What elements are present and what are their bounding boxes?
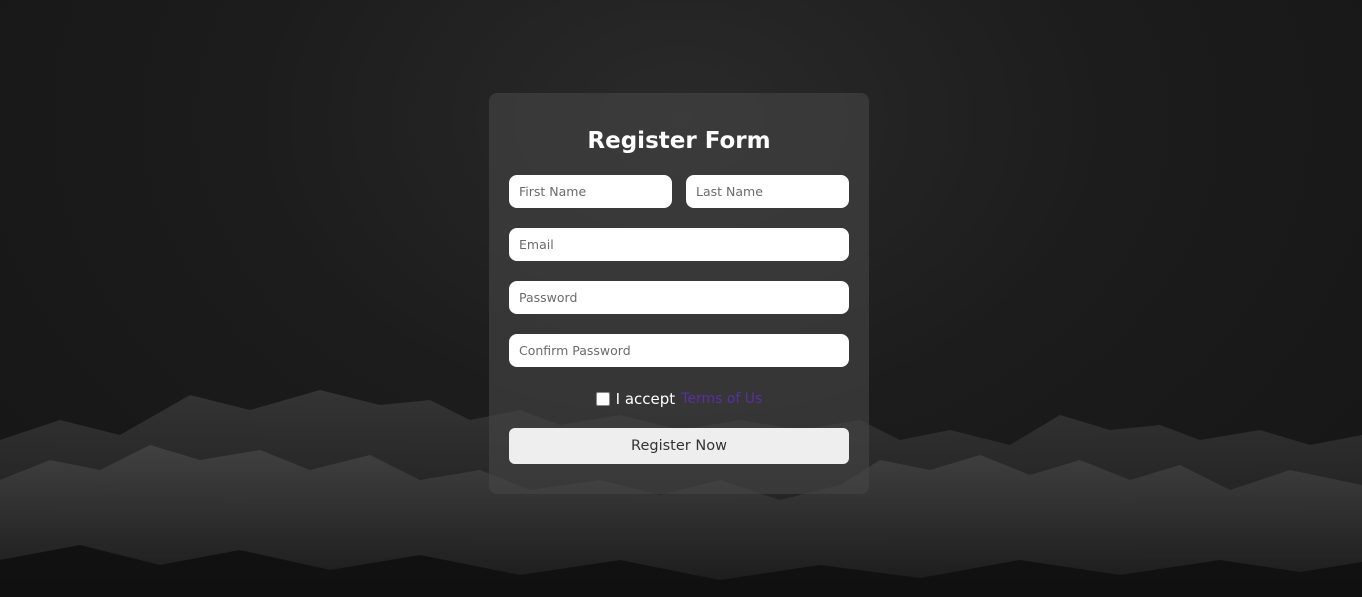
last-name-input[interactable]	[686, 175, 849, 208]
form-title: Register Form	[587, 128, 771, 154]
register-form-card: Register Form I accept Terms of Us Regis…	[489, 93, 869, 494]
password-input[interactable]	[509, 281, 849, 314]
terms-checkbox[interactable]	[595, 392, 610, 406]
email-input[interactable]	[509, 228, 849, 261]
terms-row: I accept Terms of Us	[489, 388, 869, 410]
register-now-button[interactable]: Register Now	[509, 428, 849, 464]
confirm-password-input[interactable]	[509, 334, 849, 367]
terms-of-use-link[interactable]: Terms of Us	[681, 391, 762, 407]
first-name-input[interactable]	[509, 175, 672, 208]
terms-label: I accept	[615, 390, 676, 408]
